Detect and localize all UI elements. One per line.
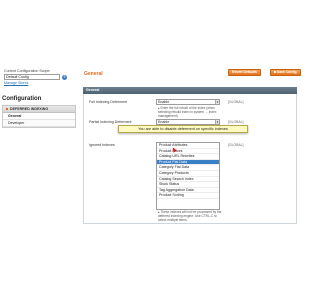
full-indexing-hint: ▴ Enter the full rebuilt of the index (w… [158, 106, 224, 118]
ignored-indexes-label: Ignored Indexes [89, 143, 115, 147]
full-indexing-scope: [GLOBAL] [228, 100, 244, 104]
group-header-general[interactable]: General [83, 87, 297, 94]
full-indexing-label: Full Indexing Deferment [89, 100, 128, 104]
ignored-indexes-multiselect[interactable]: Product Attributes Product Prices Catalo… [156, 142, 220, 210]
revert-defaults-button[interactable]: Revert Defaults [228, 69, 261, 76]
save-config-button[interactable]: Save Config [270, 69, 301, 76]
nav-section-label: DEFERRED INDEXING [10, 107, 49, 111]
list-item[interactable]: Product Sorting [157, 193, 219, 199]
partial-indexing-label: Partial Indexing Deferment [89, 120, 132, 124]
full-indexing-value: Enable [158, 100, 170, 104]
help-icon[interactable]: ? [62, 74, 67, 80]
nav-item-developer[interactable]: Developer [3, 120, 75, 127]
full-indexing-select[interactable]: Enable ▾ [156, 99, 220, 105]
section-marker-icon [6, 108, 8, 111]
save-icon [274, 71, 276, 74]
partial-indexing-value: Enable [158, 120, 170, 124]
configuration-title: Configuration [2, 96, 42, 102]
scope-select[interactable]: Default Config [4, 74, 60, 80]
tooltip: You are able to disable deferment on spe… [118, 125, 248, 133]
config-scope: Current Configuration Scope: Default Con… [4, 69, 75, 85]
nav-section-deferred-indexing[interactable]: DEFERRED INDEXING [3, 106, 75, 113]
scope-label: Current Configuration Scope: [4, 69, 51, 73]
partial-indexing-scope: [GLOBAL] [228, 120, 244, 124]
ignored-indexes-scope: [GLOBAL] [228, 143, 244, 147]
manage-stores-link[interactable]: Manage Stores [4, 81, 75, 85]
full-indexing-hint-text: Enter the full rebuilt of the index (whe… [158, 106, 217, 118]
chevron-down-icon: ▾ [215, 100, 219, 104]
chevron-down-icon: ▾ [215, 120, 219, 124]
nav-item-general[interactable]: General [3, 113, 75, 120]
scope-row: Default Config ? [4, 74, 75, 80]
ignored-indexes-hint-text: These indexes will not be processed by t… [158, 210, 222, 222]
save-config-label: Save Config [277, 70, 297, 74]
config-nav: DEFERRED INDEXING General Developer [2, 105, 76, 128]
page-title: General [84, 71, 103, 77]
ignored-indexes-hint: ▴ These indexes will not be processed by… [158, 210, 224, 222]
